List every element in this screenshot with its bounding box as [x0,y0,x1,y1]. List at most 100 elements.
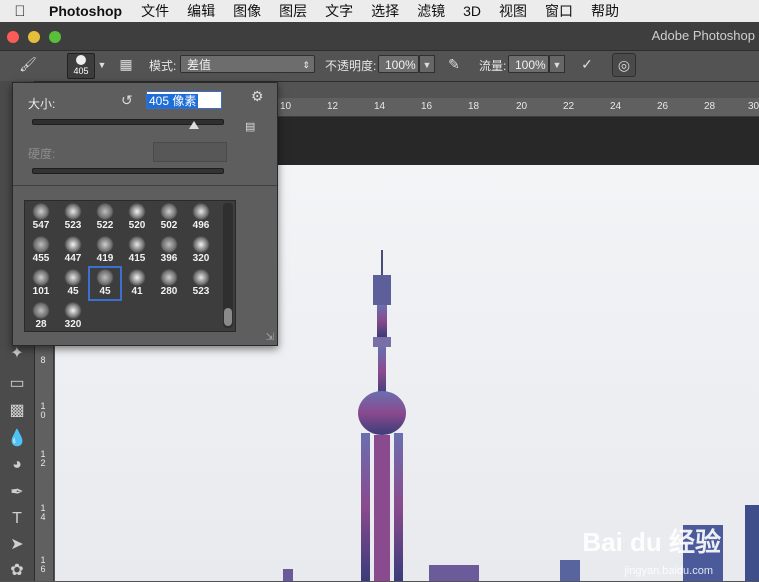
brush-preset-size: 447 [64,253,82,264]
brush-preset[interactable]: 502 [153,201,185,234]
opacity-input[interactable]: 100% [378,55,419,73]
brush-tip-icon [128,203,146,220]
grid-scrollbar-thumb[interactable] [224,308,232,326]
brush-preset-size: 28 [35,319,47,330]
menu-layer[interactable]: 图层 [270,1,316,21]
apple-icon[interactable]:  [0,3,40,20]
ruler-tick: 20 [516,101,528,112]
brush-preset[interactable]: 547 [25,201,57,234]
pressure-size-icon[interactable]: ◎ [612,53,636,77]
flow-input[interactable]: 100% [508,55,549,73]
brush-preset-size: 523 [64,220,82,231]
opacity-dropdown-icon[interactable]: ▼ [419,55,435,73]
brush-preset[interactable]: 447 [57,234,89,267]
brush-preset-size: 320 [192,253,210,264]
settings-gear-icon[interactable]: ⚙ [251,88,264,105]
brush-panel-toggle-icon[interactable]: ▦ [115,53,137,75]
window-titlebar [0,22,759,50]
brush-preset[interactable]: 280 [153,267,185,300]
custom-shape-tool-icon[interactable]: ✿ [6,560,28,582]
menu-edit[interactable]: 编辑 [178,1,224,21]
brush-tip-icon [160,236,178,253]
menu-file[interactable]: 文件 [132,1,178,21]
brush-tip-icon [192,269,210,286]
brush-preset[interactable]: 45 [88,266,122,301]
pressure-opacity-icon[interactable]: ✎ [443,53,465,75]
menu-select[interactable]: 选择 [362,1,408,21]
flow-value: 100% [515,58,546,72]
brush-preset[interactable]: 523 [57,201,89,234]
watermark-url: jingyan.baidu.com [624,565,713,577]
opacity-label: 不透明度: [325,59,377,73]
brush-preset-size: 419 [96,253,114,264]
brush-preset[interactable]: 520 [121,201,153,234]
history-brush-tool-icon[interactable]: ✦ [6,343,28,365]
ruler-tick: 12 [327,101,339,112]
brush-tool-icon[interactable]: 🖌 [17,53,39,75]
mode-select[interactable]: 差值 ⇕ [180,55,315,73]
size-slider-thumb[interactable] [188,121,199,129]
gradient-tool-icon[interactable]: ▩ [6,400,28,422]
brush-tip-icon [64,302,82,319]
menu-filter[interactable]: 滤镜 [408,1,454,21]
brush-preset[interactable]: 455 [25,234,57,267]
brush-preset[interactable]: 320 [57,300,89,333]
close-window-button[interactable] [7,31,19,43]
hardness-label: 硬度: [28,147,56,161]
menu-app[interactable]: Photoshop [40,3,132,19]
brush-preset[interactable]: 101 [25,267,57,300]
grid-scrollbar[interactable] [223,203,233,328]
pen-tool-icon[interactable]: ✒ [6,482,28,504]
menu-image[interactable]: 图像 [224,1,270,21]
brush-preset-size: 522 [96,220,114,231]
brush-preset-grid: 547 523 522 520 502 496 455 447 419 415 396 320 101 4… [24,200,236,332]
airbrush-icon[interactable]: ✓ [576,53,598,75]
brush-preset[interactable]: 419 [89,234,121,267]
menu-3d[interactable]: 3D [454,3,490,19]
eraser-tool-icon[interactable]: ▭ [6,373,28,395]
new-preset-icon[interactable]: ▤ [245,120,255,133]
ruler-tick: 1 2 [40,449,46,468]
brush-preset-size: 455 [32,253,50,264]
brush-tip-icon [64,236,82,253]
menu-type[interactable]: 文字 [316,1,362,21]
path-selection-tool-icon[interactable]: ➤ [6,534,28,556]
ruler-tick: 8 [40,355,46,365]
brush-tip-icon [32,269,50,286]
size-label: 大小: [28,97,56,111]
minimize-window-button[interactable] [28,31,40,43]
brush-preset[interactable]: 28 [25,300,57,333]
brush-tip-icon [160,203,178,220]
size-input[interactable]: 405 像素 [146,91,222,109]
brush-preset[interactable]: 41 [121,267,153,300]
brush-preset-picker[interactable]: 405 [67,53,95,79]
brush-picker-dropdown-icon[interactable]: ▼ [94,56,110,74]
resize-grip-icon[interactable]: ⇲ [266,332,274,343]
ruler-tick: 28 [704,101,716,112]
flow-dropdown-icon[interactable]: ▼ [549,55,565,73]
ruler-tick: 22 [563,101,575,112]
brush-preset[interactable]: 523 [185,267,217,300]
reset-size-icon[interactable]: ↺ [121,92,133,109]
brush-preset-size: 41 [131,286,143,297]
brush-preset[interactable]: 522 [89,201,121,234]
ruler-tick: 14 [374,101,386,112]
watermark-logo: Bai du 经验 [582,527,721,557]
dodge-tool-icon[interactable]: ◕ [6,454,28,476]
brush-preset[interactable]: 396 [153,234,185,267]
menu-help[interactable]: 帮助 [582,1,628,21]
type-tool-icon[interactable]: T [6,508,28,530]
ruler-tick: 26 [657,101,669,112]
menu-bar:  Photoshop 文件 编辑 图像 图层 文字 选择 滤镜 3D 视图 窗… [0,0,759,22]
brush-preset[interactable]: 320 [185,234,217,267]
blur-tool-icon[interactable]: 💧 [6,428,28,450]
document-tab-bar [276,117,759,165]
brush-preset[interactable]: 496 [185,201,217,234]
menu-window[interactable]: 窗口 [536,1,582,21]
brush-preset-size: 523 [192,286,210,297]
brush-preset[interactable]: 415 [121,234,153,267]
menu-view[interactable]: 视图 [490,1,536,21]
zoom-window-button[interactable] [49,31,61,43]
window-title: Adobe Photoshop [651,28,755,43]
brush-preset[interactable]: 45 [57,267,89,300]
